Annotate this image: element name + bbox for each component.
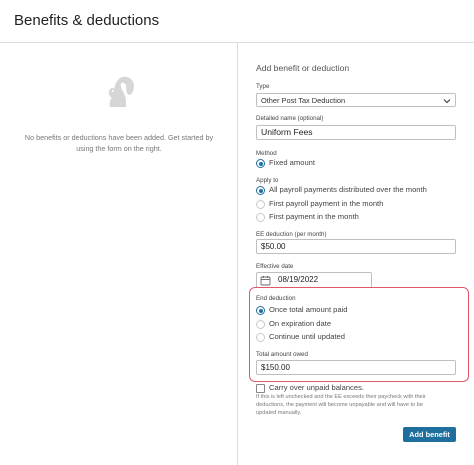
radio-unselected-icon — [256, 320, 265, 329]
effective-date-value: 08/19/2022 — [278, 275, 319, 284]
radio-selected-icon — [256, 186, 265, 195]
detailed-name-input[interactable]: Uniform Fees — [256, 125, 456, 140]
apply-to-label: Apply to — [256, 177, 279, 184]
end-deduction-option-label: Once total amount paid — [269, 305, 348, 314]
pane-divider — [237, 43, 238, 465]
page-title: Benefits & deductions — [14, 12, 160, 29]
radio-unselected-icon — [256, 333, 265, 342]
chevron-down-icon — [443, 99, 451, 104]
carry-over-help-line-1: If this is left unchecked and the EE exc… — [256, 394, 426, 400]
total-amount-owed-input[interactable]: $150.00 — [256, 360, 456, 375]
radio-selected-icon — [256, 159, 265, 168]
apply-to-option-label: All payroll payments distributed over th… — [269, 185, 427, 194]
empty-state-line-2: using the form on the right. — [76, 144, 162, 153]
radio-unselected-icon — [256, 213, 265, 222]
calendar-icon — [260, 276, 271, 286]
type-select-value: Other Post Tax Deduction — [261, 96, 346, 105]
detailed-name-label: Detailed name (optional) — [256, 115, 324, 122]
carry-over-help-line-2: deductions, the payment will become unpa… — [256, 402, 423, 409]
total-amount-owed-label: Total amount owed — [256, 351, 308, 358]
method-option-label: Fixed amount — [269, 158, 316, 167]
type-select[interactable]: Other Post Tax Deduction — [256, 93, 456, 107]
type-label: Type — [256, 83, 270, 90]
form-section-title: Add benefit or deduction — [256, 63, 350, 73]
end-deduction-option-label: Continue until updated — [269, 332, 345, 341]
page-header: Benefits & deductions — [0, 0, 474, 43]
detailed-name-value: Uniform Fees — [261, 127, 313, 137]
ee-deduction-label: EE deduction (per month) — [256, 231, 327, 238]
carry-over-label: Carry over unpaid balances. — [269, 383, 364, 392]
total-amount-owed-value: $150.00 — [261, 363, 290, 372]
end-deduction-label: End deduction — [256, 295, 296, 302]
effective-date-label: Effective date — [256, 263, 294, 270]
squirrel-icon — [108, 76, 134, 107]
carry-over-help-text: If this is left unchecked and the EE exc… — [256, 393, 460, 418]
radio-unselected-icon — [256, 200, 265, 209]
apply-to-option-label: First payment in the month — [269, 212, 359, 221]
carry-over-help-line-3: updated manually. — [256, 410, 302, 417]
end-deduction-option-label: On expiration date — [269, 319, 332, 328]
carry-over-checkbox[interactable] — [256, 384, 265, 393]
radio-selected-icon — [256, 306, 265, 315]
ee-deduction-value: $50.00 — [261, 242, 286, 251]
empty-state-message: No benefits or deductions have been adde… — [14, 132, 224, 154]
effective-date-input[interactable]: 08/19/2022 — [256, 272, 372, 288]
method-label: Method — [256, 150, 277, 157]
apply-to-option-label: First payroll payment in the month — [269, 199, 384, 208]
add-benefit-button[interactable]: Add benefit — [403, 427, 456, 442]
empty-state-line-1: No benefits or deductions have been adde… — [24, 133, 214, 142]
ee-deduction-input[interactable]: $50.00 — [256, 239, 456, 254]
